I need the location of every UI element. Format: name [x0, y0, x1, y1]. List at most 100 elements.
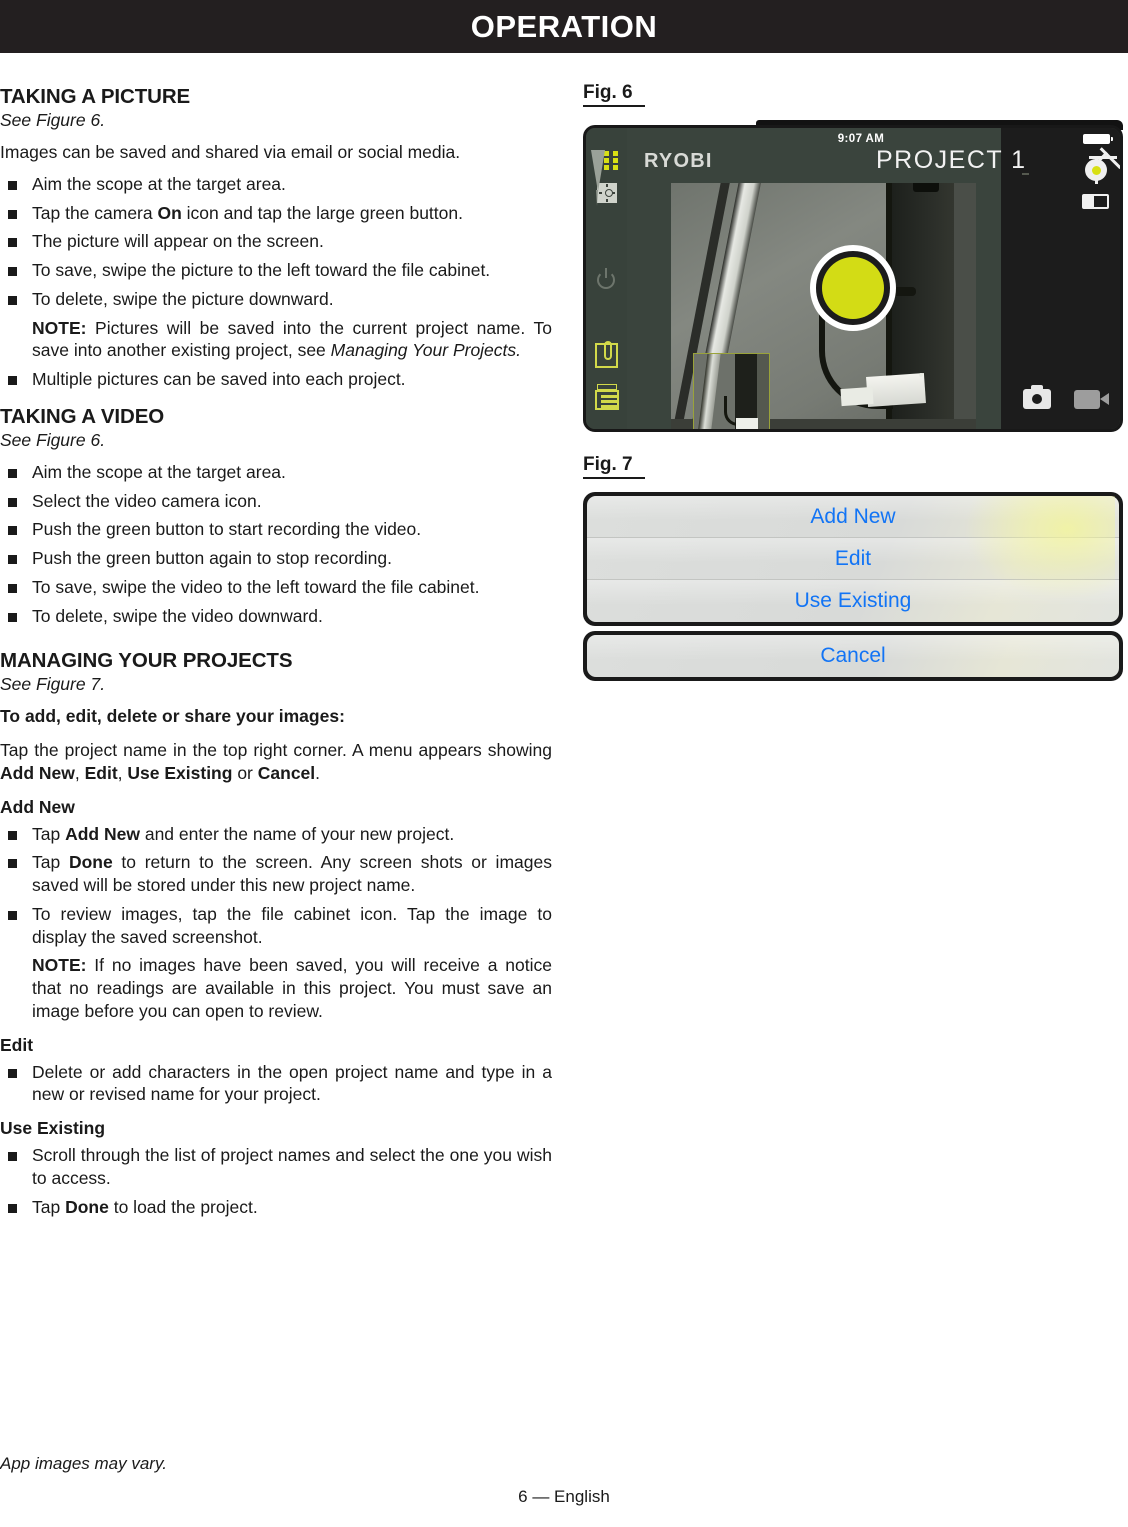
bullet-text: Aim the scope at the target area.: [32, 461, 286, 482]
footer-page-number: 6 — English: [518, 1487, 610, 1506]
bullet-pre: Tap: [32, 852, 61, 873]
bullet-bold: Done: [65, 1196, 109, 1217]
see-figure-6-video: See Figure 6.: [0, 429, 106, 450]
heading-edit: Edit: [0, 1034, 34, 1055]
edit-bullet-list: Delete or add characters in the open pro…: [0, 1061, 552, 1107]
paperclip-glyph: [604, 341, 612, 360]
thumbnail-far-edge: [757, 354, 769, 429]
shutter-button[interactable]: [810, 245, 896, 331]
note-label: NOTE:: [32, 955, 87, 976]
bullet-text: Push the green button again to stop reco…: [32, 548, 392, 568]
list-item: Tap Done to return to the screen. Any sc…: [0, 851, 552, 897]
file-cabinet-icon[interactable]: [595, 384, 619, 410]
bullet-text: Multiple pictures can be saved into each…: [32, 369, 406, 389]
list-item: Tap Done to load the project.: [0, 1196, 552, 1219]
battery-icon: [1083, 134, 1113, 144]
left-text-column: TAKING A PICTURE See Figure 6. Images ca…: [0, 85, 552, 1224]
menu-ref-use-existing: Use Existing: [127, 762, 233, 783]
bullet-text: To review images, tap the file cabinet i…: [32, 903, 552, 947]
list-item: To save, swipe the picture to the left t…: [0, 259, 552, 282]
lead-bold-line: To add, edit, delete or share your image…: [0, 706, 345, 727]
menu-item-use-existing[interactable]: Use Existing: [587, 580, 1119, 622]
brightness-slider-handle[interactable]: [591, 150, 605, 192]
action-sheet-cancel-group: Cancel: [583, 631, 1123, 681]
viewfinder-tab: [913, 183, 939, 192]
list-item: To save, swipe the video to the left tow…: [0, 576, 552, 599]
note-italic-ref: Managing Your Projects.: [330, 340, 522, 361]
bullet-pre: Tap: [32, 823, 61, 844]
bullet-text: To delete, swipe the video downward.: [32, 605, 323, 626]
menu-ref-add-new: Add New: [0, 762, 75, 783]
heading-managing-your-projects: MANAGING YOUR PROJECTS: [0, 649, 293, 673]
list-item: The picture will appear on the screen.: [0, 230, 552, 253]
bullet-post: and enter the name of your new project.: [144, 823, 455, 844]
viewfinder-plug: [866, 373, 926, 407]
thumbnail-light-strip: [695, 354, 722, 429]
menu-ref-edit: Edit: [84, 762, 118, 783]
heading-add-new: Add New: [0, 796, 75, 817]
project-name-label[interactable]: PROJECT 1: [876, 146, 1027, 175]
shutter-button-inner: [822, 257, 884, 319]
attachment-icon[interactable]: [595, 341, 618, 368]
bullet-text: To save, swipe the picture to the left t…: [32, 260, 491, 280]
list-item: To review images, tap the file cabinet i…: [0, 903, 552, 949]
note-item: NOTE: If no images have been saved, you …: [0, 954, 552, 1022]
list-item: Scroll through the list of project names…: [0, 1144, 552, 1190]
see-figure-6-picture: See Figure 6.: [0, 110, 106, 130]
list-item: Multiple pictures can be saved into each…: [0, 368, 552, 391]
list-item: Tap Add New and enter the name of your n…: [0, 823, 552, 846]
bullet-pre: Tap: [32, 1196, 61, 1217]
action-sheet-main-group: Add New Edit Use Existing: [583, 492, 1123, 626]
taking-picture-bullet-list: Aim the scope at the target area. Tap th…: [0, 173, 552, 391]
bullet-text: Aim the scope at the target area.: [32, 173, 286, 194]
bullet-text: To save, swipe the video to the left tow…: [32, 576, 480, 597]
bullet-text: Scroll through the list of project names…: [32, 1145, 552, 1188]
contrast-icon[interactable]: [1082, 194, 1109, 209]
bullet-bold: Done: [68, 852, 113, 873]
page-header-bar: OPERATION: [0, 0, 1128, 53]
device-body: 9:07 AM RYOBI PROJECT 1: [583, 125, 1123, 432]
note-label: NOTE:: [32, 317, 87, 338]
right-figure-column: Fig. 6 9:07 AM RYOBI PROJECT 1 Fig. 7 Ad…: [583, 82, 1128, 681]
menu-ref-cancel: Cancel: [257, 762, 316, 783]
menu-item-cancel[interactable]: Cancel: [587, 635, 1119, 677]
heading-taking-a-picture: TAKING A PICTURE: [0, 85, 191, 108]
list-item: To delete, swipe the picture downward.: [0, 288, 552, 311]
figure-7-label: Fig. 7: [583, 454, 645, 479]
gear-icon[interactable]: [1085, 147, 1120, 184]
status-bar-time: 9:07 AM: [837, 133, 885, 145]
capture-mode-bar: [1001, 369, 1120, 429]
taking-picture-intro: Images can be saved and shared via email…: [0, 142, 461, 162]
list-item: Aim the scope at the target area.: [0, 461, 552, 484]
taking-video-bullet-list: Aim the scope at the target area. Select…: [0, 461, 552, 628]
list-item: Select the video camera icon.: [0, 490, 552, 513]
list-item: Push the green button again to stop reco…: [0, 547, 552, 570]
list-item: Push the green button to start recording…: [0, 518, 552, 541]
figure-6-device-illustration: 9:07 AM RYOBI PROJECT 1: [583, 120, 1123, 432]
brightness-slider-tip: [596, 190, 599, 206]
power-icon[interactable]: [597, 268, 615, 289]
menu-item-edit[interactable]: Edit: [587, 538, 1119, 580]
video-camera-icon[interactable]: [1074, 390, 1109, 409]
bullet-text: To delete, swipe the picture downward.: [32, 288, 334, 309]
bullet-text: Push the green button to start recording…: [32, 519, 422, 540]
lead-paragraph: Tap the project name in the top right co…: [0, 740, 552, 783]
page-title: OPERATION: [470, 9, 658, 44]
lead-or: or: [237, 762, 253, 783]
add-new-bullet-list: Tap Add New and enter the name of your n…: [0, 823, 552, 1023]
figure-6-label: Fig. 6: [583, 82, 645, 107]
thumbnail-preview[interactable]: [693, 353, 770, 429]
bullet-text: Delete or add characters in the open pro…: [32, 1061, 552, 1105]
list-item: To delete, swipe the video downward.: [0, 605, 552, 628]
bullet-post: to load the project.: [113, 1196, 258, 1217]
viewfinder-highlight-dot: [919, 373, 923, 377]
menu-item-add-new[interactable]: Add New: [587, 496, 1119, 538]
camera-icon[interactable]: [1023, 385, 1051, 409]
gear-center: [1091, 165, 1101, 175]
list-item: Delete or add characters in the open pro…: [0, 1061, 552, 1107]
panel-indicator-dash: [1022, 173, 1029, 175]
heading-taking-a-video: TAKING A VIDEO: [0, 404, 165, 428]
action-sheet-cancel-inner: Cancel: [587, 635, 1119, 677]
viewfinder-far-edge: [954, 183, 976, 429]
note-text: If no images have been saved, you will r…: [32, 955, 552, 1021]
